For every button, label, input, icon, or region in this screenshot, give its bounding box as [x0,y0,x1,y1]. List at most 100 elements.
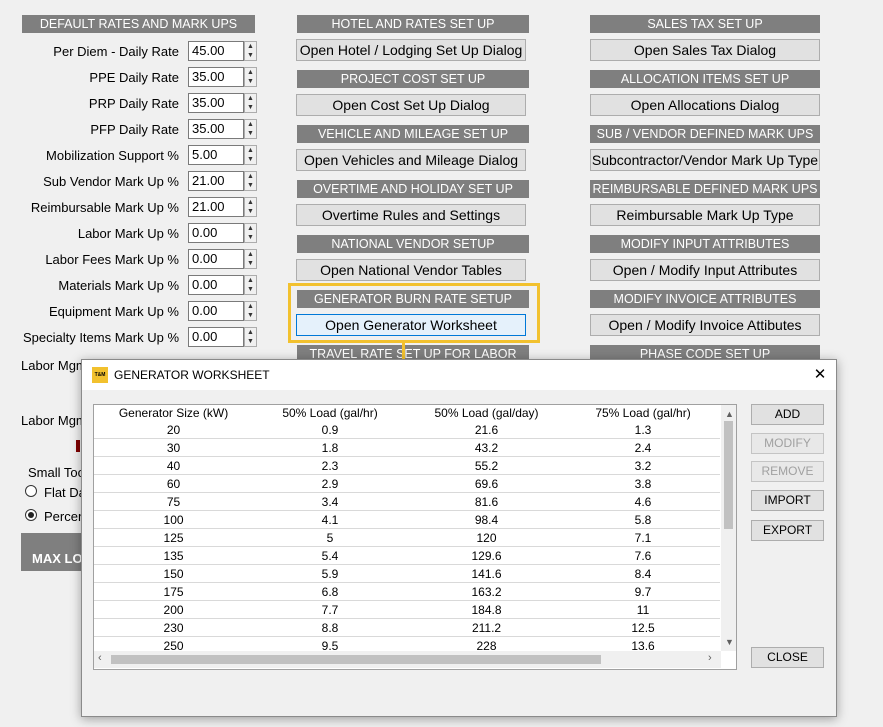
table-row[interactable]: 230 8.8 211.2 12.5 [94,618,720,637]
table-row[interactable]: 75 3.4 81.6 4.6 [94,492,720,511]
column-header[interactable]: Generator Size (kW) [94,405,253,421]
open-dialog-button[interactable]: Open / Modify Input Attributes [590,259,820,281]
rate-stepper[interactable]: ▲ ▼ [244,249,257,269]
spin-up-icon[interactable]: ▲ [245,198,256,207]
spin-down-icon[interactable]: ▼ [245,337,256,346]
open-dialog-button[interactable]: Subcontractor/Vendor Mark Up Type [590,149,820,171]
scroll-left-icon[interactable]: ‹ [98,652,102,664]
rate-stepper[interactable]: ▲ ▼ [244,301,257,321]
rate-stepper[interactable]: ▲ ▼ [244,119,257,139]
open-dialog-button[interactable]: Open / Modify Invoice Attibutes [590,314,820,336]
rate-input[interactable]: 35.00 [188,67,244,87]
scroll-right-icon[interactable]: › [708,652,712,664]
close-button[interactable]: CLOSE [751,647,824,668]
open-dialog-button[interactable]: Open Cost Set Up Dialog [296,94,526,116]
labor-mgmt-label-2: Labor Mgm [21,413,87,428]
vertical-scrollbar[interactable]: ▲ ▼ [721,405,736,651]
rate-stepper[interactable]: ▲ ▼ [244,145,257,165]
flat-day-radio[interactable] [25,485,37,497]
spin-down-icon[interactable]: ▼ [245,259,256,268]
rate-input[interactable]: 21.00 [188,171,244,191]
rate-stepper[interactable]: ▲ ▼ [244,171,257,191]
rate-input[interactable]: 21.00 [188,197,244,217]
remove-button[interactable]: REMOVE [751,461,824,482]
rate-input[interactable]: 0.00 [188,301,244,321]
table-row[interactable]: 60 2.9 69.6 3.8 [94,474,720,493]
spin-up-icon[interactable]: ▲ [245,328,256,337]
scroll-up-icon[interactable]: ▲ [725,409,734,419]
scroll-down-icon[interactable]: ▼ [725,637,734,647]
table-cell: 4.1 [253,510,407,529]
spin-up-icon[interactable]: ▲ [245,302,256,311]
horizontal-scrollbar[interactable]: ‹ › [94,651,721,668]
open-dialog-button[interactable]: Overtime Rules and Settings [296,204,526,226]
rate-stepper[interactable]: ▲ ▼ [244,41,257,61]
spin-down-icon[interactable]: ▼ [245,181,256,190]
table-row[interactable]: 20 0.9 21.6 1.3 [94,421,720,439]
spin-up-icon[interactable]: ▲ [245,120,256,129]
spin-up-icon[interactable]: ▲ [245,68,256,77]
spin-down-icon[interactable]: ▼ [245,51,256,60]
spin-down-icon[interactable]: ▼ [245,207,256,216]
spin-up-icon[interactable]: ▲ [245,172,256,181]
spin-up-icon[interactable]: ▲ [245,224,256,233]
rate-input[interactable]: 45.00 [188,41,244,61]
table-row[interactable]: 125 5 120 7.1 [94,528,720,547]
close-icon[interactable]: ✕ [810,365,830,385]
export-button[interactable]: EXPORT [751,520,824,541]
open-dialog-button[interactable]: Open Vehicles and Mileage Dialog [296,149,526,171]
table-cell: 3.4 [253,492,407,511]
open-dialog-button[interactable]: Open Sales Tax Dialog [590,39,820,61]
rate-input[interactable]: 0.00 [188,223,244,243]
spin-down-icon[interactable]: ▼ [245,285,256,294]
rate-stepper[interactable]: ▲ ▼ [244,67,257,87]
spin-down-icon[interactable]: ▼ [245,129,256,138]
table-row[interactable]: 100 4.1 98.4 5.8 [94,510,720,529]
spin-down-icon[interactable]: ▼ [245,311,256,320]
column-header[interactable]: 75% Load (gal/hr) [566,405,720,421]
spin-up-icon[interactable]: ▲ [245,146,256,155]
rate-input[interactable]: 35.00 [188,119,244,139]
percent-radio[interactable] [25,509,37,521]
spin-up-icon[interactable]: ▲ [245,276,256,285]
vertical-scroll-thumb[interactable] [724,421,733,529]
table-row[interactable]: 135 5.4 129.6 7.6 [94,546,720,565]
rate-input[interactable]: 5.00 [188,145,244,165]
column-header[interactable]: 50% Load (gal/day) [407,405,566,421]
open-dialog-button[interactable]: Open Allocations Dialog [590,94,820,116]
table-row[interactable]: 200 7.7 184.8 11 [94,600,720,619]
import-button[interactable]: IMPORT [751,490,824,511]
rate-input[interactable]: 0.00 [188,249,244,269]
table-row[interactable]: 150 5.9 141.6 8.4 [94,564,720,583]
spin-down-icon[interactable]: ▼ [245,155,256,164]
spin-down-icon[interactable]: ▼ [245,233,256,242]
rate-input[interactable]: 0.00 [188,275,244,295]
spin-up-icon[interactable]: ▲ [245,42,256,51]
rate-input[interactable]: 35.00 [188,93,244,113]
rate-stepper[interactable]: ▲ ▼ [244,327,257,347]
spin-down-icon[interactable]: ▼ [245,103,256,112]
rate-stepper[interactable]: ▲ ▼ [244,275,257,295]
worksheet-grid[interactable]: Generator Size (kW) 50% Load (gal/hr) 50% … [93,404,737,670]
max-load-button[interactable]: MAX LO [21,533,83,571]
modify-button[interactable]: MODIFY [751,433,824,454]
rate-stepper[interactable]: ▲ ▼ [244,197,257,217]
column-header[interactable]: 50% Load (gal/hr) [253,405,407,421]
horizontal-scroll-thumb[interactable] [111,655,601,664]
spin-up-icon[interactable]: ▲ [245,250,256,259]
open-dialog-button[interactable]: Open Hotel / Lodging Set Up Dialog [296,39,526,61]
rate-stepper[interactable]: ▲ ▼ [244,93,257,113]
radio-dot [28,512,34,518]
rate-stepper[interactable]: ▲ ▼ [244,223,257,243]
section-header: ALLOCATION ITEMS SET UP [590,70,820,88]
add-button[interactable]: ADD [751,404,824,425]
table-row[interactable]: 40 2.3 55.2 3.2 [94,456,720,475]
table-row[interactable]: 175 6.8 163.2 9.7 [94,582,720,601]
table-row[interactable]: 30 1.8 43.2 2.4 [94,438,720,457]
rate-input[interactable]: 0.00 [188,327,244,347]
spin-up-icon[interactable]: ▲ [245,94,256,103]
open-dialog-button[interactable]: Open National Vendor Tables [296,259,526,281]
rate-label: Specialty Items Mark Up % [22,330,179,345]
open-dialog-button[interactable]: Reimbursable Mark Up Type [590,204,820,226]
spin-down-icon[interactable]: ▼ [245,77,256,86]
